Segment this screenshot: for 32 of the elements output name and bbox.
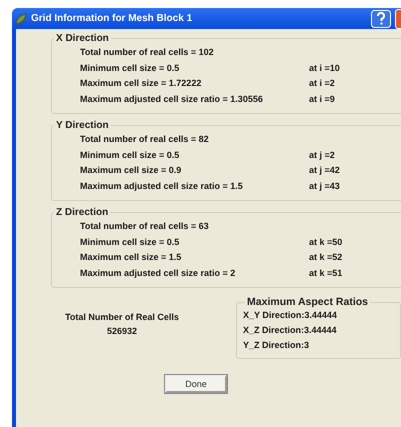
location-text: at j =43 bbox=[309, 180, 340, 193]
location-text: at k =52 bbox=[309, 251, 342, 264]
total-value: 526932 bbox=[106, 326, 138, 336]
location-text: at i =2 bbox=[309, 77, 335, 90]
total-label: Total Number of Real Cells bbox=[65, 312, 179, 322]
location-text: at i =10 bbox=[309, 62, 340, 74]
done-button[interactable]: Done bbox=[165, 375, 227, 393]
ratio-text: X_Z Direction:3.44444 bbox=[243, 324, 338, 337]
group-title: Maximum Aspect Ratios bbox=[246, 296, 369, 308]
location-text: at i =9 bbox=[309, 92, 335, 106]
group-title: X Direction bbox=[55, 33, 110, 44]
info-text: Maximum cell size = 1.72222 bbox=[80, 77, 202, 90]
location-text: at k =50 bbox=[309, 236, 342, 248]
ratio-text: Y_Z Direction:3 bbox=[243, 339, 310, 352]
info-text: Minimum cell size = 0.5 bbox=[80, 148, 180, 162]
location-text: at j =42 bbox=[309, 164, 340, 177]
window-title: Grid Information for Mesh Block 1 bbox=[31, 13, 194, 24]
info-text: Total number of real cells = 102 bbox=[80, 46, 215, 59]
info-text: Total number of real cells = 63 bbox=[80, 220, 210, 233]
info-text: Maximum adjusted cell size ratio = 1.5 bbox=[80, 180, 244, 193]
group-title: Y Direction bbox=[55, 120, 110, 131]
location-text: at k =51 bbox=[309, 266, 342, 280]
info-text: Maximum cell size = 0.9 bbox=[80, 164, 182, 177]
group-title: Z Direction bbox=[55, 207, 110, 218]
info-text: Maximum adjusted cell size ratio = 1.30556 bbox=[80, 92, 264, 106]
info-text: Minimum cell size = 0.5 bbox=[80, 62, 180, 74]
info-text: Maximum cell size = 1.5 bbox=[80, 251, 182, 264]
ratio-text: X_Y Direction:3.44444 bbox=[243, 309, 338, 322]
info-text: Minimum cell size = 0.5 bbox=[80, 236, 180, 248]
info-text: Maximum adjusted cell size ratio = 2 bbox=[80, 266, 236, 280]
location-text: at j =2 bbox=[309, 148, 335, 162]
info-text: Total number of real cells = 82 bbox=[80, 133, 210, 146]
